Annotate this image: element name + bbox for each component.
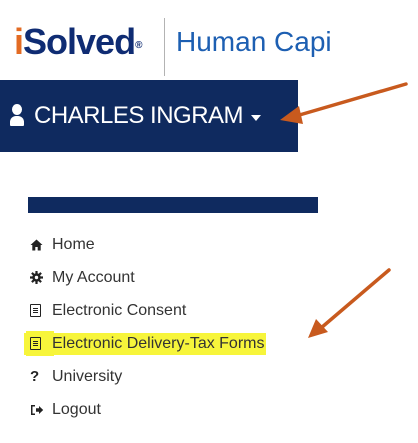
isolved-logo: iSolved® — [14, 22, 142, 62]
menu-item-home[interactable]: Home — [30, 228, 330, 261]
menu-item-university[interactable]: ? University — [30, 360, 330, 393]
arrow-to-user-menu — [280, 82, 408, 124]
logo-registered-mark: ® — [135, 40, 143, 51]
menu-item-label: University — [52, 367, 123, 385]
menu-item-logout[interactable]: Logout — [30, 393, 330, 426]
logo-solved: Solved — [23, 21, 136, 62]
user-dropdown-menu: Home My Account Electronic Consent Elect… — [26, 228, 330, 426]
logo-i: i — [14, 21, 24, 62]
document-icon — [30, 304, 52, 317]
menu-item-label: Electronic Delivery-Tax Forms — [50, 332, 267, 355]
menu-item-label: Electronic Consent — [52, 301, 187, 319]
home-icon — [30, 239, 52, 251]
caret-down-icon — [251, 115, 262, 121]
menu-item-label: Logout — [52, 400, 101, 418]
question-mark-icon: ? — [30, 368, 40, 385]
brand-tagline: Human Capi — [176, 26, 332, 57]
brand-divider — [164, 18, 165, 76]
user-menu-toggle[interactable]: CHARLES INGRAM — [0, 80, 298, 152]
menu-item-electronic-consent[interactable]: Electronic Consent — [30, 294, 330, 327]
menu-item-my-account[interactable]: My Account — [30, 261, 330, 294]
gear-icon — [30, 271, 52, 284]
document-icon — [30, 337, 52, 350]
menu-item-label: My Account — [52, 268, 135, 286]
menu-item-electronic-delivery-tax-forms[interactable]: Electronic Delivery-Tax Forms — [26, 327, 330, 360]
user-icon — [10, 104, 24, 128]
user-name: CHARLES INGRAM — [34, 102, 244, 129]
sign-out-icon — [30, 404, 52, 416]
menu-top-bar — [28, 197, 318, 213]
menu-item-label: Home — [52, 235, 95, 253]
brand-header: iSolved® Human Capi — [14, 18, 344, 78]
